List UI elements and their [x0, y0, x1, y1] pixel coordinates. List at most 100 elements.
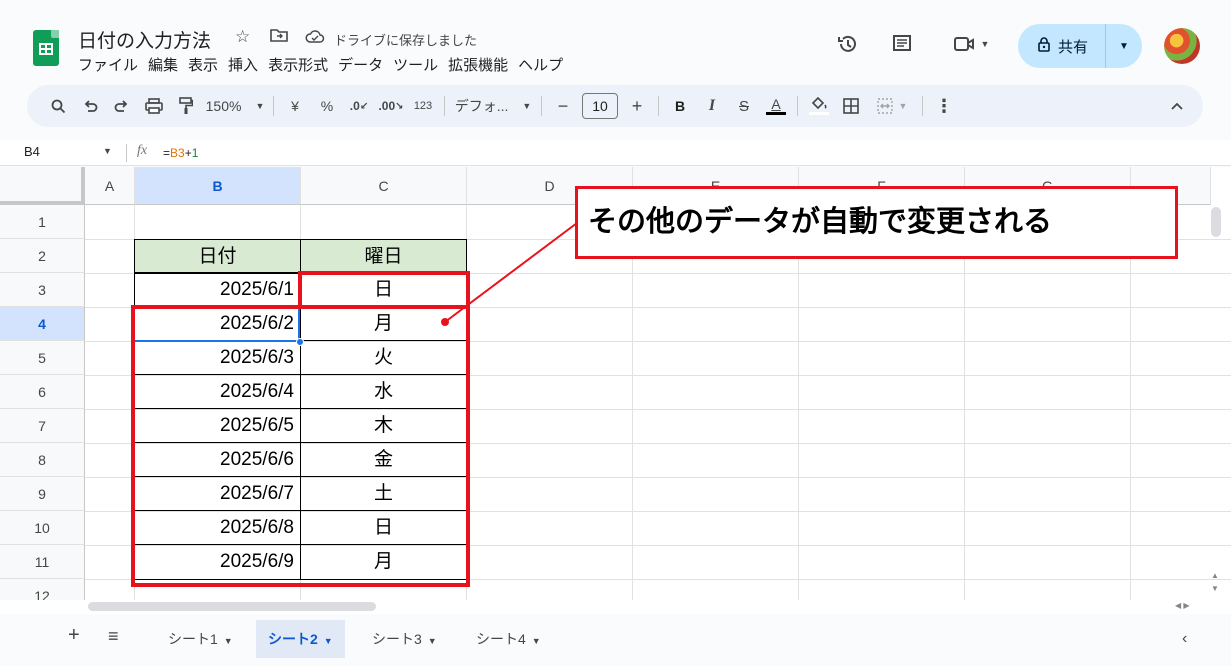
text-color-label: A [771, 96, 781, 112]
row-header-3[interactable]: 3 [0, 273, 85, 307]
more-formats-button[interactable]: 123 [410, 85, 436, 127]
chevron-down-icon[interactable]: ▼ [103, 146, 112, 156]
sheet-tab-2[interactable]: シート2 ▼ [256, 620, 345, 658]
column-header-c[interactable]: C [301, 167, 467, 205]
horizontal-scrollbar-thumb[interactable] [88, 602, 376, 611]
document-title[interactable]: 日付の入力方法 [78, 26, 211, 53]
search-menus-icon[interactable] [45, 85, 71, 127]
text-color-button[interactable]: A [763, 85, 789, 127]
toolbar: 150% ▼ ¥ % .0 ↙ .00 ↘ 123 デフォ... ▼ − 10 + … [27, 85, 1203, 127]
bold-button[interactable]: B [667, 85, 693, 127]
decrease-decimal-button[interactable]: .0 ↙ [346, 85, 372, 127]
row-header-10[interactable]: 10 [0, 511, 85, 545]
share-button[interactable]: 共有 ▼ [1018, 24, 1142, 68]
sheet-tab-label: シート1 [168, 631, 218, 647]
font-name: デフォ... [454, 98, 509, 114]
menu-data[interactable]: データ [333, 54, 388, 75]
cell-b2-header[interactable]: 日付 [134, 239, 301, 273]
highlight-changed-range [131, 305, 470, 587]
menu-bar: ファイル 編集 表示 挿入 表示形式 データ ツール 拡張機能 ヘルプ [78, 54, 568, 75]
percent-format-button[interactable]: % [314, 85, 340, 127]
row-header-9[interactable]: 9 [0, 477, 85, 511]
horizontal-scroll-arrows-icon[interactable]: ◀ ▶ [1175, 601, 1190, 610]
select-all-corner[interactable] [0, 167, 85, 205]
menu-view[interactable]: 表示 [183, 54, 223, 75]
menu-edit[interactable]: 編集 [143, 54, 183, 75]
move-folder-icon[interactable] [270, 27, 288, 48]
formula-input[interactable]: =B3+1 [163, 146, 198, 160]
all-sheets-icon[interactable]: ≡ [108, 626, 119, 647]
toolbar-divider [922, 96, 923, 116]
increase-font-size-button[interactable]: + [624, 85, 650, 127]
gridline [632, 205, 633, 600]
menu-insert[interactable]: 挿入 [223, 54, 263, 75]
version-history-icon[interactable] [834, 30, 862, 58]
increase-decimal-button[interactable]: .00 ↘ [378, 85, 404, 127]
zoom-select[interactable]: 150% ▼ [205, 85, 265, 127]
toolbar-divider [658, 96, 659, 116]
sheet-tab-3[interactable]: シート3 ▼ [360, 620, 449, 658]
font-select[interactable]: デフォ... ▼ [453, 85, 533, 127]
row-header-1[interactable]: 1 [0, 205, 85, 239]
gridline [1130, 205, 1131, 600]
cloud-saved-icon[interactable] [305, 29, 325, 50]
row-header-6[interactable]: 6 [0, 375, 85, 409]
menu-extensions[interactable]: 拡張機能 [443, 54, 513, 75]
user-avatar[interactable] [1164, 28, 1200, 64]
more-options-icon[interactable]: ⋮ [931, 85, 957, 127]
row-header-11[interactable]: 11 [0, 545, 85, 579]
increase-decimal-label: .00 [378, 99, 396, 113]
column-header-b[interactable]: B [135, 167, 301, 205]
sheet-tab-4[interactable]: シート4 ▼ [464, 620, 553, 658]
borders-icon[interactable] [838, 85, 864, 127]
name-box[interactable]: B4 [24, 144, 40, 159]
sheets-logo-icon[interactable] [33, 30, 59, 66]
chevron-down-icon: ▼ [223, 636, 233, 646]
spreadsheet-grid[interactable]: A B C D E F G 1 2 3 4 5 6 7 8 9 10 11 12 [0, 167, 1231, 600]
row-header-8[interactable]: 8 [0, 443, 85, 477]
font-size-input[interactable]: 10 [582, 93, 618, 119]
fill-color-swatch [809, 112, 829, 115]
column-header-a[interactable]: A [85, 167, 135, 205]
chevron-down-icon: ▼ [531, 636, 541, 646]
redo-icon[interactable] [109, 85, 135, 127]
lock-icon [1038, 37, 1050, 55]
star-icon[interactable]: ☆ [235, 27, 250, 47]
vertical-scrollbar-thumb[interactable] [1211, 207, 1221, 237]
toolbar-divider [541, 96, 542, 116]
row-header-2[interactable]: 2 [0, 239, 85, 273]
add-sheet-icon[interactable]: + [68, 624, 80, 647]
callout-pointer [441, 216, 586, 326]
toolbar-divider [444, 96, 445, 116]
meet-icon[interactable]: ▼ [946, 30, 996, 58]
collapse-toolbar-icon[interactable] [1171, 85, 1183, 127]
sheet-tab-1[interactable]: シート1 ▼ [156, 620, 245, 658]
horizontal-scrollbar[interactable]: ◀ ▶ [0, 600, 1231, 614]
row-header-4[interactable]: 4 [0, 307, 85, 341]
currency-format-button[interactable]: ¥ [282, 85, 308, 127]
menu-file[interactable]: ファイル [78, 54, 143, 75]
fill-color-button[interactable] [806, 85, 832, 127]
menu-tools[interactable]: ツール [388, 54, 443, 75]
strikethrough-button[interactable]: S [731, 85, 757, 127]
print-icon[interactable] [141, 85, 167, 127]
paint-format-icon[interactable] [173, 85, 199, 127]
menu-format[interactable]: 表示形式 [263, 54, 333, 75]
undo-icon[interactable] [77, 85, 103, 127]
share-label: 共有 [1058, 38, 1089, 56]
comments-icon[interactable] [888, 30, 916, 58]
annotation-callout: その他のデータが自動で変更される [575, 186, 1178, 259]
italic-button[interactable]: I [699, 85, 725, 127]
share-dropdown-chevron-icon[interactable]: ▼ [1106, 41, 1142, 52]
share-main[interactable]: 共有 [1018, 24, 1106, 68]
date-cell[interactable]: 2025/6/1 [134, 273, 300, 307]
formula-ref: B3 [170, 146, 185, 160]
menu-help[interactable]: ヘルプ [513, 54, 568, 75]
row-header-5[interactable]: 5 [0, 341, 85, 375]
chevron-left-icon[interactable]: ‹ [1182, 630, 1187, 648]
row-header-12[interactable]: 12 [0, 579, 85, 600]
merge-cells-icon[interactable]: ▼ [870, 85, 914, 127]
decrease-font-size-button[interactable]: − [550, 85, 576, 127]
vertical-scroll-arrows-icon[interactable]: ▲ ▼ [1211, 569, 1219, 595]
row-header-7[interactable]: 7 [0, 409, 85, 443]
